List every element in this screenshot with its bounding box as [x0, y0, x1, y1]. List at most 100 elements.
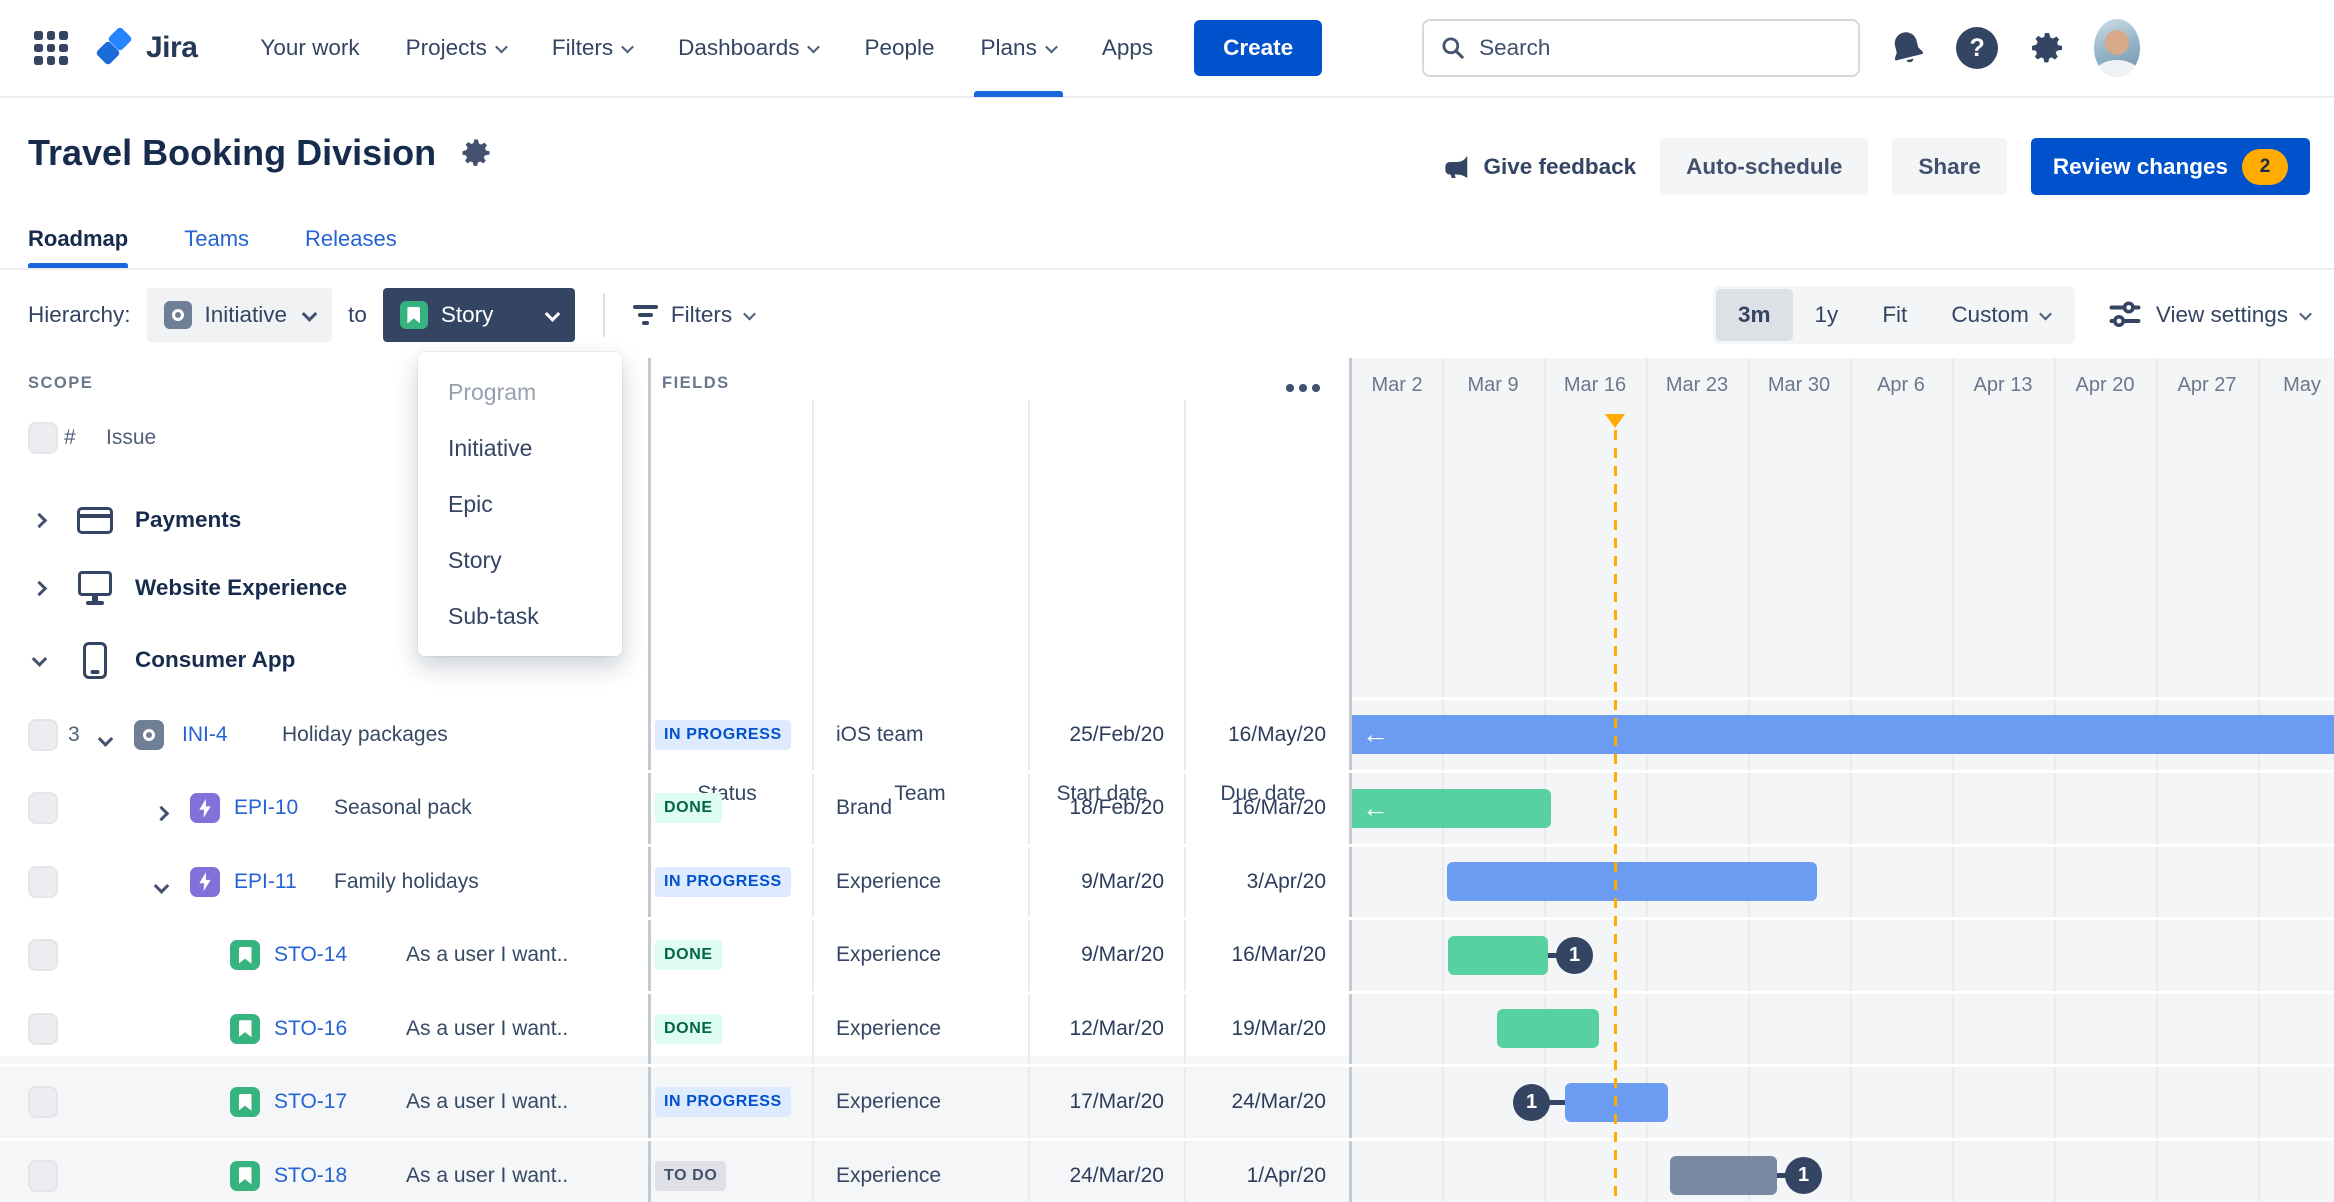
share-button[interactable]: Share [1892, 138, 2007, 195]
issue-row-sto-16[interactable]: STO-16 As a user I want.. DONE Experienc… [0, 992, 1352, 1066]
search-input[interactable]: Search [1422, 19, 1861, 77]
chevron-right-icon[interactable] [31, 580, 48, 596]
zoom-option-fit[interactable]: Fit [1860, 289, 1929, 341]
nav-item-filters[interactable]: Filters [529, 0, 655, 97]
chevron-right-icon[interactable] [31, 512, 48, 528]
gantt-bar-epi-11[interactable] [1447, 862, 1817, 901]
chevron-down-icon[interactable] [31, 650, 48, 667]
issue-key[interactable]: INI-4 [182, 723, 228, 747]
zoom-option-1y[interactable]: 1y [1793, 289, 1861, 341]
row-checkbox[interactable] [28, 1086, 58, 1119]
plan-tabs: Roadmap Teams Releases [28, 210, 397, 268]
issue-row-ini-4[interactable]: 3 INI-4 Holiday packages IN PROGRESS iOS… [0, 698, 1352, 772]
notifications-bell-icon[interactable] [1884, 25, 1930, 71]
story-type-icon [230, 1013, 260, 1044]
create-button[interactable]: Create [1194, 20, 1323, 76]
issue-summary: As a user I want.. [406, 1090, 569, 1114]
timeline-week-label: May [2283, 374, 2321, 396]
dependency-badge[interactable]: 1 [1513, 1083, 1550, 1121]
review-changes-button[interactable]: Review changes 2 [2030, 138, 2310, 195]
due-date-cell: 3/Apr/20 [1246, 869, 1326, 893]
issue-row-sto-14[interactable]: STO-14 As a user I want.. DONE Experienc… [0, 919, 1352, 993]
hierarchy-to-dropdown[interactable]: Story [382, 288, 575, 342]
dropdown-item-epic[interactable]: Epic [418, 476, 622, 532]
filter-icon [632, 305, 658, 325]
help-icon[interactable]: ? [1954, 25, 2000, 71]
issue-key[interactable]: STO-17 [274, 1090, 347, 1114]
chevron-down-icon [495, 40, 508, 53]
dropdown-item-story[interactable]: Story [418, 532, 622, 588]
give-feedback-button[interactable]: Give feedback [1441, 152, 1636, 182]
chevron-down-icon[interactable] [153, 878, 170, 894]
row-checkbox[interactable] [28, 1159, 58, 1192]
row-checkbox[interactable] [28, 718, 58, 751]
nav-item-people[interactable]: People [841, 0, 957, 97]
settings-gear-icon[interactable] [2024, 25, 2070, 71]
row-separator [1352, 917, 2334, 920]
nav-item-apps[interactable]: Apps [1079, 0, 1176, 97]
timeline-gantt-area[interactable]: Mar 2 Mar 9 Mar 16 Mar 23 Mar 30 Apr 6 Apr 13 A… [1352, 358, 2334, 1202]
column-divider [812, 400, 814, 1202]
plan-settings-gear-icon[interactable] [458, 135, 494, 171]
due-date-cell: 16/May/20 [1227, 722, 1326, 746]
week-gridline [1850, 358, 1852, 1202]
chevron-down-icon[interactable] [97, 731, 114, 747]
hierarchy-from-dropdown[interactable]: Initiative [146, 288, 333, 342]
dependency-badge[interactable]: 1 [1556, 936, 1593, 974]
row-checkbox[interactable] [28, 865, 58, 898]
zoom-option-3m[interactable]: 3m [1716, 289, 1793, 341]
gantt-bar-ini-4[interactable]: ← [1352, 715, 2334, 754]
gantt-bar-epi-10[interactable]: ← [1352, 788, 1551, 828]
status-badge: IN PROGRESS [655, 1087, 791, 1118]
chevron-right-icon[interactable] [153, 805, 170, 822]
issue-key[interactable]: EPI-11 [234, 870, 297, 894]
hierarchy-label: Hierarchy: [28, 302, 131, 327]
issue-row-epi-11[interactable]: EPI-11 Family holidays IN PROGRESS Exper… [0, 845, 1352, 919]
tab-releases[interactable]: Releases [305, 210, 397, 268]
issue-row-epi-10[interactable]: EPI-10 Seasonal pack DONE Brand 18/Feb/2… [0, 772, 1352, 846]
app-switcher-icon[interactable] [34, 31, 68, 65]
due-date-cell: 16/Mar/20 [1231, 796, 1326, 820]
gantt-bar-sto-17[interactable] [1565, 1082, 1668, 1122]
row-checkbox[interactable] [28, 1012, 58, 1045]
filters-dropdown[interactable]: Filters [632, 302, 756, 328]
dropdown-item-program[interactable]: Program [418, 364, 622, 420]
gantt-bar-sto-14[interactable] [1448, 935, 1548, 975]
auto-schedule-button[interactable]: Auto-schedule [1660, 138, 1869, 195]
nav-item-projects[interactable]: Projects [383, 0, 529, 97]
issue-key[interactable]: STO-14 [274, 943, 347, 967]
user-avatar[interactable] [2094, 19, 2141, 77]
timeline-week-label: Mar 30 [1767, 374, 1831, 396]
gantt-bar-sto-16[interactable] [1497, 1009, 1599, 1048]
gantt-bar-sto-18[interactable] [1670, 1156, 1777, 1195]
start-date-cell: 18/Feb/20 [1069, 796, 1164, 820]
more-fields-icon[interactable] [1286, 384, 1320, 392]
week-gridline [2054, 358, 2056, 1202]
issue-column-header: Issue [106, 426, 157, 449]
issue-key[interactable]: EPI-10 [234, 796, 298, 820]
dependency-badge[interactable]: 1 [1785, 1157, 1822, 1194]
row-checkbox[interactable] [28, 939, 58, 972]
zoom-option-custom[interactable]: Custom [1929, 289, 2072, 341]
issue-summary: Seasonal pack [334, 796, 472, 820]
jira-logo[interactable]: Jira [94, 26, 198, 70]
nav-item-your-work[interactable]: Your work [237, 0, 382, 97]
nav-item-plans[interactable]: Plans [958, 0, 1079, 97]
nav-item-dashboards[interactable]: Dashboards [655, 0, 841, 97]
today-marker-icon [1605, 414, 1625, 428]
start-date-cell: 9/Mar/20 [1081, 869, 1164, 893]
tab-teams[interactable]: Teams [184, 210, 249, 268]
issue-key[interactable]: STO-18 [274, 1164, 347, 1188]
week-gridline [2156, 358, 2158, 1202]
issue-row-sto-18[interactable]: STO-18 As a user I want.. TO DO Experien… [0, 1139, 1352, 1202]
row-checkbox[interactable] [28, 792, 58, 825]
dropdown-item-initiative[interactable]: Initiative [418, 420, 622, 476]
row-separator [1352, 1064, 2334, 1067]
dropdown-item-sub-task[interactable]: Sub-task [418, 588, 622, 644]
issue-row-sto-17[interactable]: STO-17 As a user I want.. IN PROGRESS Ex… [0, 1066, 1352, 1140]
start-date-cell: 9/Mar/20 [1081, 943, 1164, 967]
view-settings-dropdown[interactable]: View settings [2107, 297, 2312, 333]
issue-key[interactable]: STO-16 [274, 1017, 347, 1041]
select-all-checkbox[interactable] [28, 422, 58, 454]
tab-roadmap[interactable]: Roadmap [28, 210, 129, 268]
